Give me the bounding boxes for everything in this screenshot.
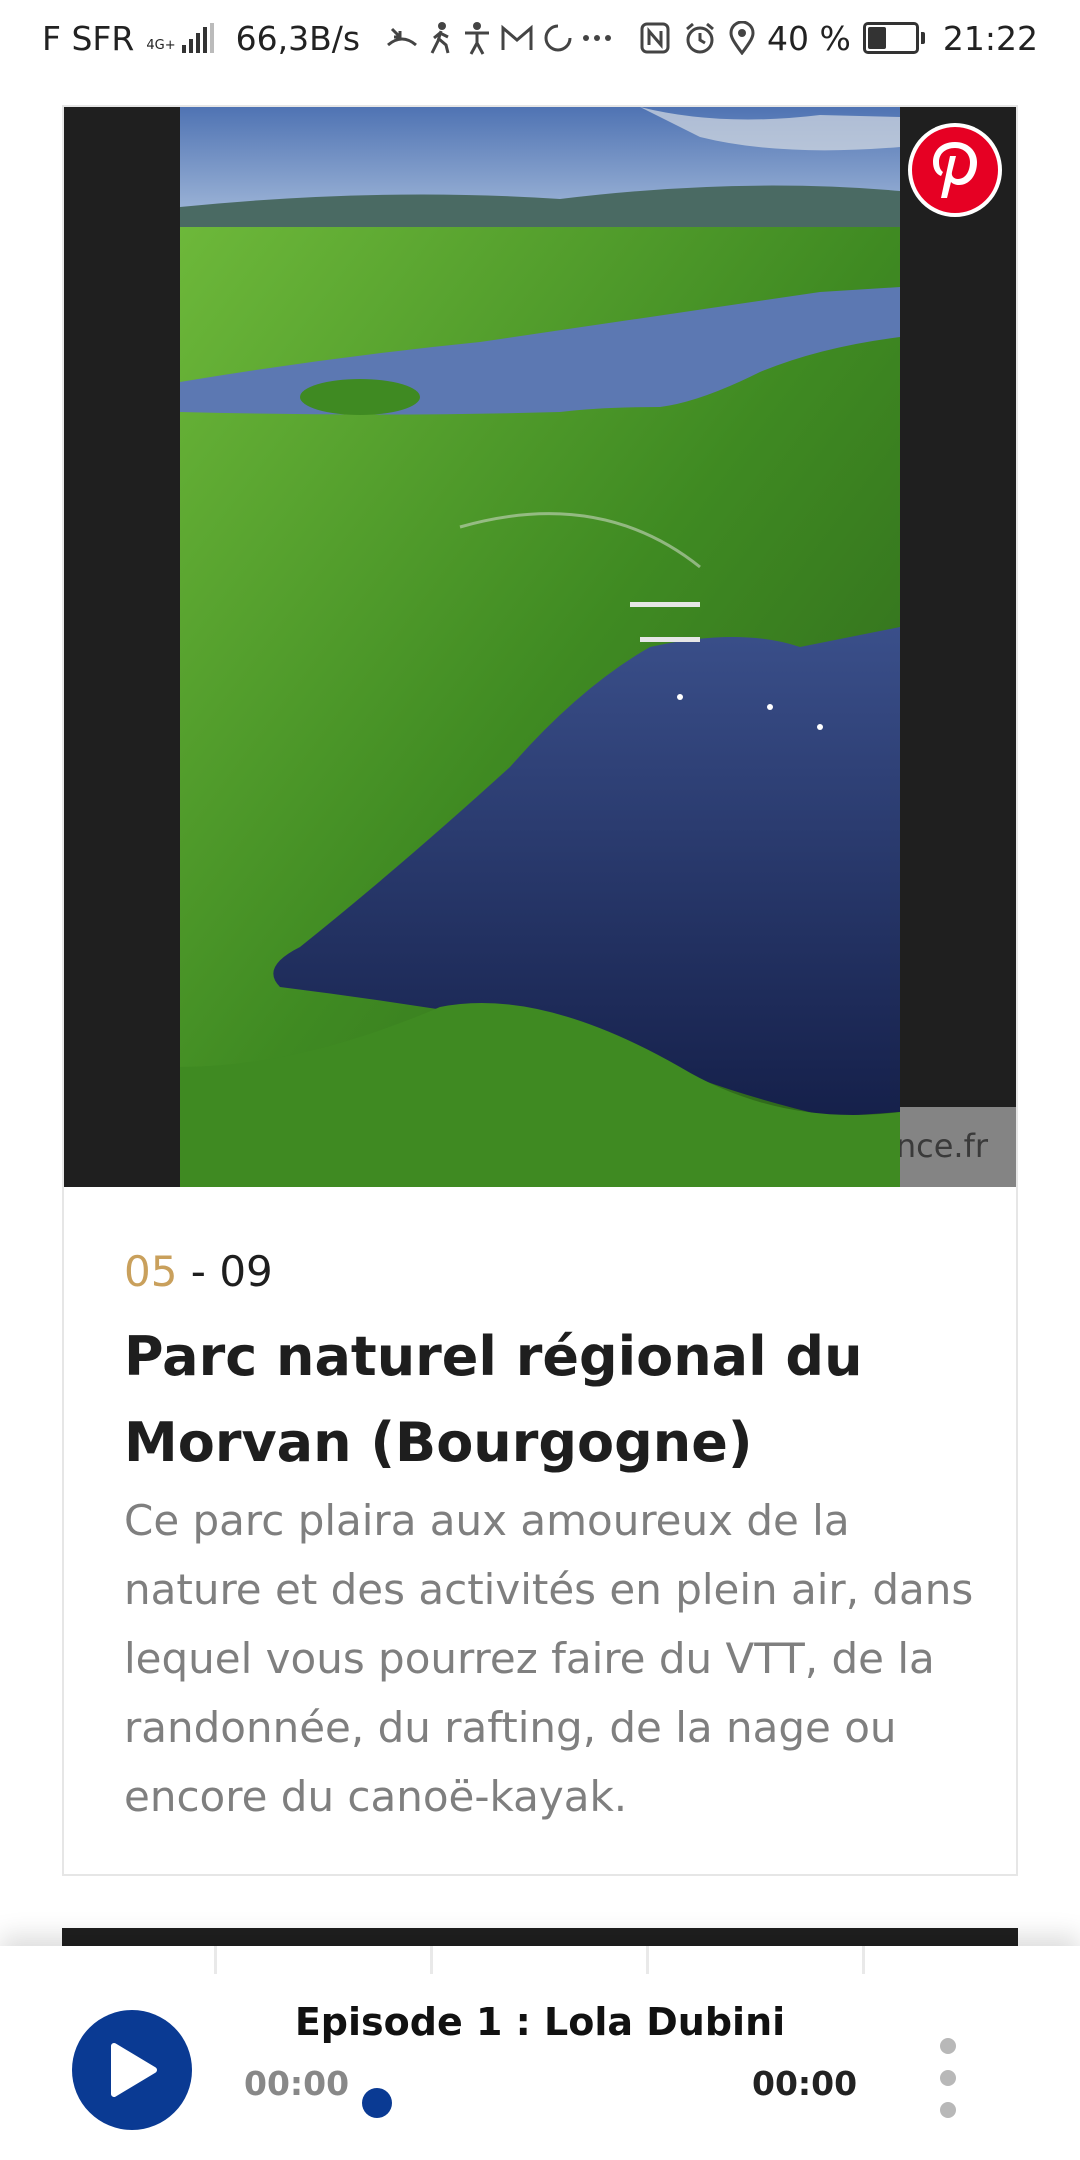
slide-counter-separator: -	[177, 1247, 220, 1296]
episode-title: Episode 1 : Lola Dubini	[294, 2000, 786, 2044]
image-credit: nce.fr	[900, 1107, 1016, 1187]
location-icon	[729, 21, 755, 55]
network-speed: 66,3B/s	[235, 18, 361, 58]
slide-media: nce.fr	[64, 107, 1016, 1187]
slide-counter-current: 05	[124, 1247, 178, 1296]
alarm-icon	[683, 21, 717, 55]
battery-percent: 40 %	[767, 18, 851, 58]
landscape-photo	[180, 107, 900, 1187]
pinterest-button[interactable]	[908, 123, 1002, 217]
carrier-name: F SFR	[42, 18, 135, 58]
clock: 21:22	[942, 18, 1038, 58]
waveform-ticks	[0, 1946, 1080, 1976]
status-bar: F SFR 4G+ 66,3B/s 40 % 21:22	[0, 0, 1080, 76]
status-right: 40 % 21:22	[639, 0, 1038, 76]
battery-icon	[862, 22, 925, 54]
network-type: 4G+	[146, 38, 176, 53]
gmail-icon	[500, 24, 534, 52]
walking-icon	[428, 21, 454, 55]
slide-counter: 05 - 09	[124, 1247, 974, 1296]
progress-handle[interactable]	[362, 2088, 392, 2118]
play-icon	[111, 2043, 157, 2097]
slide-card: nce.fr 05 - 09 Parc naturel régional du …	[62, 105, 1018, 1876]
missed-call-icon	[384, 23, 420, 53]
signal-icon: 4G+	[142, 23, 214, 53]
play-button[interactable]	[72, 2010, 192, 2130]
slide-counter-total: 09	[219, 1247, 273, 1296]
more-icon	[582, 33, 612, 43]
pinterest-icon	[933, 142, 977, 198]
more-options-button[interactable]	[930, 2038, 966, 2118]
image-credit-text: nce.fr	[900, 1127, 988, 1165]
nfc-icon	[639, 21, 671, 55]
slide-title: Parc naturel régional du Morvan (Bourgog…	[124, 1325, 863, 1474]
slide-description: Ce parc plaira aux amoureux de la nature…	[124, 1496, 974, 1821]
more-vertical-icon	[940, 2038, 956, 2054]
current-time: 00:00	[244, 2064, 350, 2103]
duration: 00:00	[752, 2064, 858, 2103]
card-text: 05 - 09 Parc naturel régional du Morvan …	[124, 1247, 974, 1831]
sync-icon	[542, 22, 574, 54]
accessibility-icon	[462, 21, 492, 55]
status-left: F SFR 4G+ 66,3B/s	[42, 0, 612, 76]
audio-player: Episode 1 : Lola Dubini 00:00 00:00	[0, 1946, 1080, 2160]
